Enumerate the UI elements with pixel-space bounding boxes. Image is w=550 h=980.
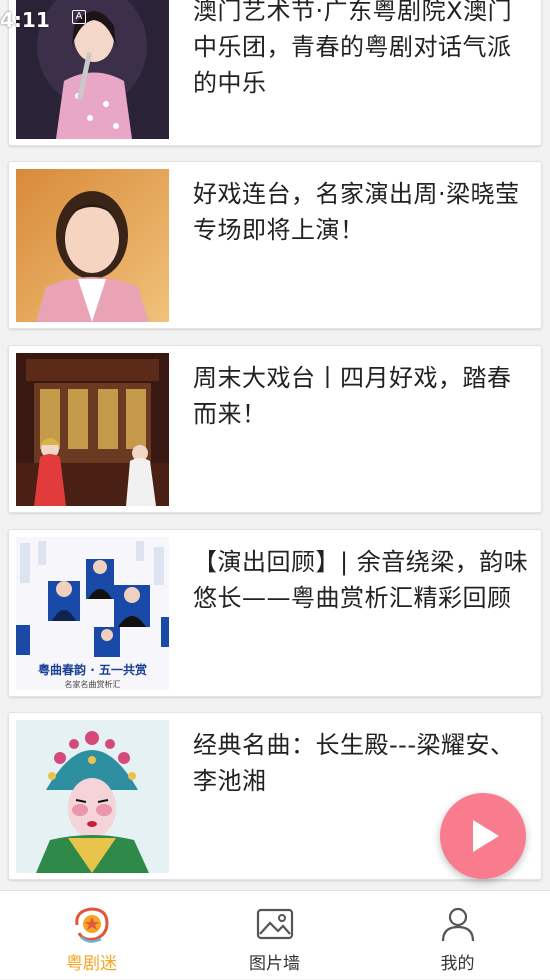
opera-stage-photo xyxy=(16,353,169,506)
tab-label: 图片墙 xyxy=(249,954,300,974)
tab-label: 粤剧迷 xyxy=(66,954,117,974)
image-icon xyxy=(256,908,294,940)
play-icon xyxy=(473,820,499,852)
status-time: 4:11 xyxy=(0,8,50,32)
article-title: 【演出回顾】| 余音绕梁，韵味悠长——粤曲赏析汇精彩回顾 xyxy=(193,548,529,612)
status-indicator-icon: A xyxy=(72,10,86,24)
article-title: 好戏连台，名家演出周·梁晓莹专场即将上演！ xyxy=(193,180,520,244)
tab-label: 我的 xyxy=(440,954,475,974)
portrait-photo xyxy=(16,169,169,322)
article-thumbnail xyxy=(16,169,169,322)
person-icon xyxy=(441,907,475,942)
article-title: 周末大戏台丨四月好戏，踏春而来！ xyxy=(193,364,512,428)
opera-fan-icon xyxy=(75,907,109,943)
article-card[interactable]: 好戏连台，名家演出周·梁晓莹专场即将上演！ xyxy=(8,161,542,329)
article-thumbnail xyxy=(16,720,169,873)
article-title: 澳门艺术节·广东粤剧院X澳门中乐团，青春的粤剧对话气派的中乐 xyxy=(193,0,513,97)
tab-image-wall[interactable]: 图片墙 xyxy=(183,891,366,980)
poster-caption: 粤曲春韵 · 五一共赏 xyxy=(38,663,147,677)
bottom-navigation: 粤剧迷 图片墙 我的 xyxy=(0,890,550,979)
tab-opera-fans[interactable]: 粤剧迷 xyxy=(0,891,183,980)
article-card[interactable]: 周末大戏台丨四月好戏，踏春而来！ xyxy=(8,345,542,513)
article-thumbnail xyxy=(16,353,169,506)
article-card[interactable]: 粤曲春韵 · 五一共赏 名家名曲赏析汇 【演出回顾】| 余音绕梁，韵味悠长——粤… xyxy=(8,529,542,697)
article-feed[interactable]: 澳门艺术节·广东粤剧院X澳门中乐团，青春的粤剧对话气派的中乐 好戏连台，名家演出… xyxy=(0,0,550,890)
article-thumbnail: 粤曲春韵 · 五一共赏 名家名曲赏析汇 xyxy=(16,537,169,690)
article-title: 经典名曲：长生殿---梁耀安、李池湘 xyxy=(193,731,515,795)
poster-subcaption: 名家名曲赏析汇 xyxy=(64,680,121,689)
opera-headdress-photo xyxy=(16,720,169,873)
tab-profile[interactable]: 我的 xyxy=(366,891,549,980)
article-card[interactable]: 澳门艺术节·广东粤剧院X澳门中乐团，青春的粤剧对话气派的中乐 xyxy=(8,0,542,146)
play-button[interactable] xyxy=(440,793,526,879)
